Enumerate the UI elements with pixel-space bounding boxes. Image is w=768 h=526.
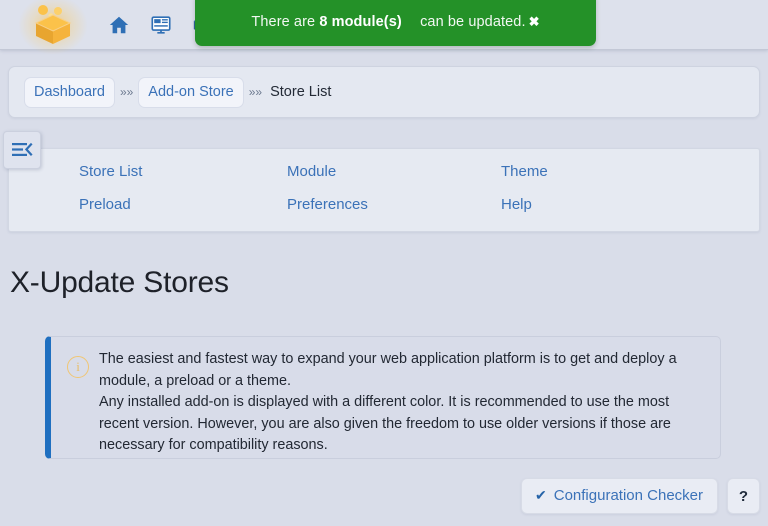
nav-item-store-list[interactable]: Store List: [79, 163, 142, 180]
site-logo[interactable]: [18, 0, 88, 55]
module-nav-grid: Store List Module Theme Preload Preferen…: [9, 149, 759, 213]
page-title: X-Update Stores: [10, 266, 229, 299]
configuration-checker-label: Configuration Checker: [553, 487, 703, 504]
menu-collapse-icon: [12, 142, 33, 156]
toast-highlight: 8 module(s): [319, 14, 402, 30]
info-circle-icon: i: [67, 356, 89, 378]
toast-prefix: There are: [251, 14, 316, 30]
check-icon: ✔: [535, 487, 547, 503]
toast-suffix: can be updated.: [420, 14, 526, 30]
module-nav-panel: Store List Module Theme Preload Preferen…: [8, 148, 760, 232]
nav-item-theme[interactable]: Theme: [501, 163, 548, 180]
admin-page: There are 8 module(s) can be updated. ✖ D…: [0, 0, 768, 526]
configuration-checker-button[interactable]: ✔ Configuration Checker: [521, 478, 718, 514]
help-button[interactable]: ?: [727, 478, 760, 514]
breadcrumb-item-addon-store[interactable]: Add-on Store: [139, 77, 243, 107]
info-line-2: Any installed add-on is displayed with a…: [99, 394, 671, 453]
breadcrumb-item-store-list: Store List: [270, 84, 332, 100]
nav-item-preferences[interactable]: Preferences: [287, 196, 368, 213]
close-icon[interactable]: ✖: [529, 15, 540, 28]
xoops-cube-logo-icon: [34, 5, 72, 44]
home-icon[interactable]: [108, 14, 130, 36]
breadcrumb-separator: »»: [119, 85, 134, 99]
info-alert: i The easiest and fastest way to expand …: [45, 336, 721, 459]
footer-button-group: ✔ Configuration Checker ?: [521, 478, 760, 514]
nav-item-module[interactable]: Module: [287, 163, 336, 180]
breadcrumb-item-dashboard[interactable]: Dashboard: [25, 77, 114, 107]
toast-message: There are 8 module(s) can be updated. ✖: [251, 8, 539, 30]
breadcrumb: Dashboard »» Add-on Store »» Store List: [8, 66, 760, 118]
info-line-1: The easiest and fastest way to expand yo…: [99, 351, 677, 389]
sidebar-toggle-button[interactable]: [3, 131, 41, 169]
nav-item-help[interactable]: Help: [501, 196, 532, 213]
update-notification-toast[interactable]: There are 8 module(s) can be updated. ✖: [195, 0, 596, 46]
breadcrumb-separator: »»: [248, 85, 263, 99]
info-alert-text: The easiest and fastest way to expand yo…: [99, 337, 720, 458]
nav-item-preload[interactable]: Preload: [79, 196, 131, 213]
monitor-icon[interactable]: [150, 14, 172, 36]
